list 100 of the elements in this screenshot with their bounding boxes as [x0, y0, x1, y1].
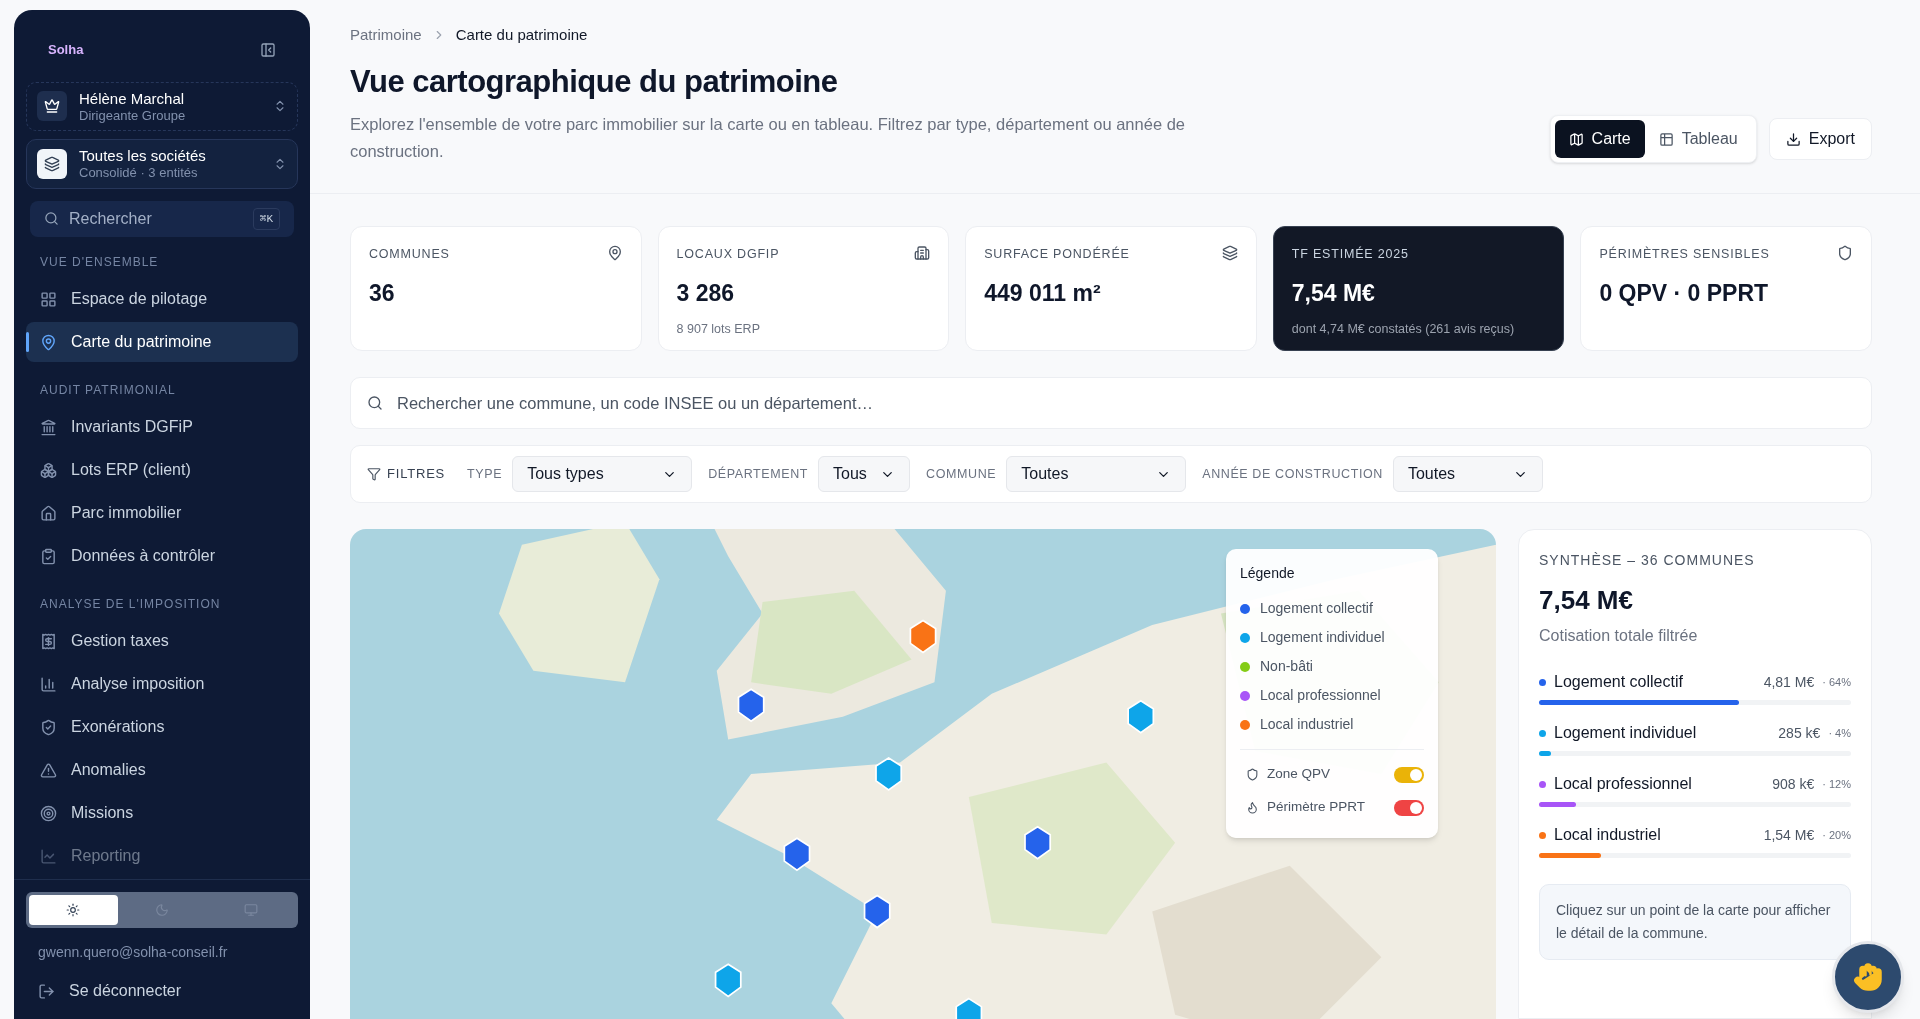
filter-dropdown[interactable]: Toutes — [1006, 456, 1187, 492]
export-button[interactable]: Export — [1768, 118, 1872, 160]
kpi-icon — [914, 245, 931, 261]
map-icon — [1568, 131, 1584, 147]
kpi-value: 7,54 M€ — [1291, 278, 1376, 308]
nav-item[interactable]: Parc immobilier — [26, 493, 298, 533]
kpi-icon — [1221, 245, 1238, 261]
category-label: Local industriel — [1554, 825, 1662, 845]
view-tab[interactable]: Carte — [1554, 120, 1645, 158]
search-icon — [367, 395, 383, 411]
page-title: Vue cartographique du patrimoine — [350, 62, 839, 101]
nav-item[interactable]: Missions — [26, 793, 298, 833]
flame-icon — [1246, 801, 1259, 814]
sidebar-search[interactable]: Rechercher ⌘K — [30, 200, 294, 237]
nav-icon — [40, 547, 57, 565]
nav-icon — [40, 333, 57, 351]
logout-link[interactable]: Se déconnecter — [26, 973, 298, 1009]
legend-label: Logement individuel — [1260, 628, 1385, 647]
legend-label: Logement collectif — [1260, 599, 1373, 618]
toggle-switch[interactable] — [1394, 799, 1424, 816]
nav-item[interactable]: Espace de pilotage — [26, 279, 298, 319]
collapse-sidebar-icon[interactable] — [260, 41, 276, 58]
layers-icon — [37, 148, 67, 179]
section-heading: VUE D'ENSEMBLE — [39, 254, 160, 271]
summary-title: SYNTHÈSE – 36 COMMUNES — [1539, 551, 1756, 570]
category-share: · 12% — [1822, 776, 1851, 792]
kpi-label: TF ESTIMÉE 2025 — [1291, 245, 1409, 263]
filter-dropdown[interactable]: Tous — [818, 456, 911, 492]
category-label: Logement individuel — [1554, 723, 1698, 743]
kpi-icon — [1837, 245, 1853, 261]
category-share: · 20% — [1822, 827, 1851, 843]
legend-label: Non-bâti — [1260, 657, 1313, 676]
section-heading: ANALYSE DE L'IMPOSITION — [39, 596, 222, 613]
nav-icon — [40, 761, 57, 779]
search-icon — [44, 211, 59, 227]
nav-icon — [40, 718, 57, 736]
kpi-label: PÉRIMÈTRES SENSIBLES — [1599, 245, 1770, 263]
nav-item[interactable]: Gestion taxes — [26, 621, 298, 661]
shield-icon — [1246, 768, 1259, 781]
crown-icon — [37, 91, 67, 122]
user-role: Dirigeante Groupe — [79, 107, 187, 124]
company-detail: Consolidé · 3 entités — [79, 165, 199, 181]
search-field[interactable]: Rechercher une commune, un code INSEE ou un département… — [350, 377, 1872, 429]
nav-icon — [40, 804, 57, 822]
company-name: Toutes les sociétés — [79, 147, 207, 166]
layer-label: Zone QPV — [1267, 765, 1332, 784]
company-switcher[interactable]: Toutes les sociétés Consolidé · 3 entités — [26, 139, 298, 189]
nav-icon — [40, 847, 57, 865]
legend-title: Légende — [1240, 564, 1296, 583]
category-amount: 1,54 M€ — [1763, 825, 1815, 845]
view-tab[interactable]: Tableau — [1644, 120, 1752, 158]
category-label: Logement collectif — [1554, 672, 1684, 692]
category-share: · 64% — [1822, 674, 1851, 690]
filter-dropdown[interactable]: Tous types — [512, 456, 693, 492]
filter-icon — [367, 467, 381, 481]
nav-item[interactable]: Lots ERP (client) — [26, 450, 298, 490]
breadcrumb-link[interactable]: Patrimoine — [350, 24, 422, 47]
nav-icon — [40, 504, 57, 522]
kpi-icon — [606, 245, 623, 261]
section-heading: AUDIT PATRIMONIAL — [39, 382, 177, 399]
nav-icon — [40, 632, 57, 650]
kpi-subtext: dont 4,74 M€ constatés (261 avis reçus) — [1291, 321, 1516, 339]
summary-caption: Cotisation totale filtrée — [1539, 626, 1699, 646]
user-email: gwenn.quero@solha-conseil.fr — [37, 943, 229, 962]
nav-item[interactable]: Carte du patrimoine — [26, 322, 298, 362]
kpi-label: SURFACE PONDÉRÉE — [984, 245, 1130, 263]
breadcrumb-current: Carte du patrimoine — [455, 25, 588, 45]
search-input[interactable]: Rechercher une commune, un code INSEE ou un département… — [397, 390, 1855, 416]
nav-icon — [40, 290, 57, 308]
kpi-value: 0 QPV · 0 PPRT — [1599, 278, 1770, 308]
kpi-value: 3 286 — [676, 278, 736, 308]
nav-item[interactable]: Anomalies — [26, 750, 298, 790]
user-switcher[interactable]: Hélène Marchal Dirigeante Groupe — [26, 81, 298, 132]
filter-dropdown[interactable]: Toutes — [1392, 456, 1543, 492]
user-name: Hélène Marchal — [79, 89, 186, 108]
page-description: Explorez l'ensemble de votre parc immobilier sur la carte ou en tableau. Filtrez par type, département ou année de construction. — [350, 114, 1186, 162]
legend-label: Local professionnel — [1260, 686, 1381, 705]
nav-item[interactable]: Données à contrôler — [26, 536, 298, 576]
toggle-switch[interactable] — [1394, 766, 1424, 783]
table-icon — [1658, 131, 1674, 147]
filter-label: DÉPARTEMENT — [708, 465, 809, 483]
shortcut-key: ⌘K — [252, 207, 280, 231]
filters-label: FILTRES — [387, 465, 446, 484]
sun-icon — [66, 903, 81, 917]
search-placeholder: Rechercher — [69, 208, 153, 229]
help-button[interactable] — [1832, 941, 1904, 1013]
category-amount: 908 k€ — [1772, 774, 1815, 794]
kpi-value: 36 — [369, 278, 396, 308]
kpi-label: LOCAUX DGFIP — [676, 246, 780, 263]
category-amount: 4,81 M€ — [1763, 672, 1815, 692]
filter-label: TYPE — [467, 465, 503, 483]
legend-label: Local industriel — [1260, 715, 1354, 734]
nav-icon — [40, 461, 57, 479]
theme-option[interactable] — [29, 895, 118, 925]
nav-item[interactable]: Invariants DGFiP — [26, 407, 298, 447]
category-share: · 4% — [1828, 725, 1851, 741]
nav-item[interactable]: Analyse imposition — [26, 664, 298, 704]
logo[interactable]: Solha — [48, 40, 84, 60]
nav-item[interactable]: Exonérations — [26, 707, 298, 747]
nav-icon — [40, 675, 57, 693]
